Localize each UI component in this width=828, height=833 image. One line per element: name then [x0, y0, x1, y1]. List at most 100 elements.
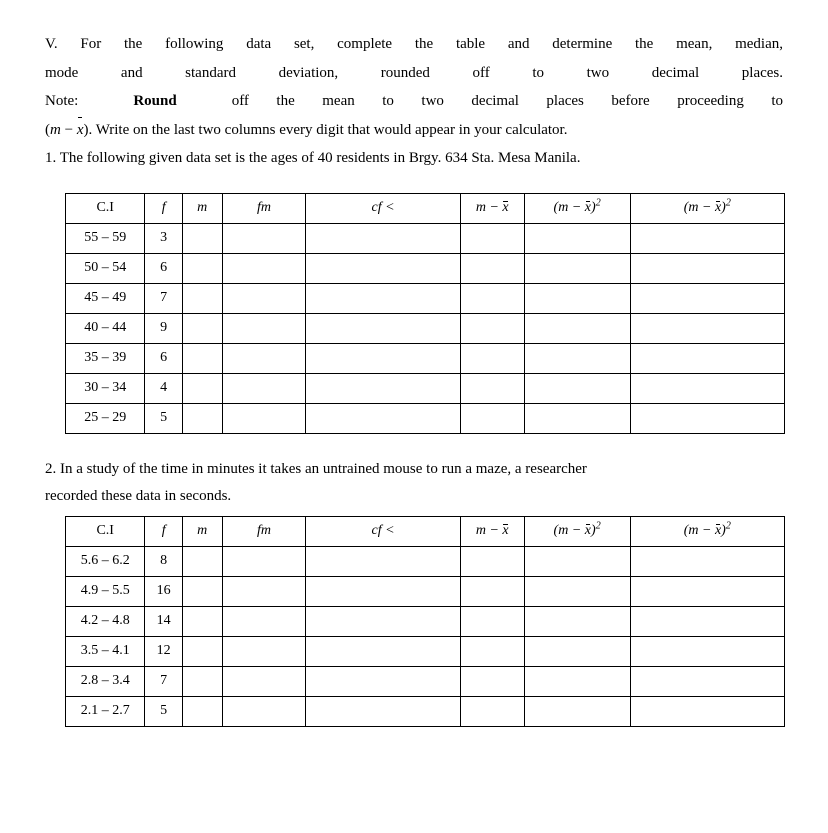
cell-mmx2 — [524, 696, 630, 726]
cell-ci: 55 – 59 — [66, 223, 145, 253]
cell-cf — [306, 343, 460, 373]
cell-f: 6 — [145, 253, 182, 283]
cell-cf — [306, 606, 460, 636]
cell-fm — [222, 253, 306, 283]
cell-f: 8 — [145, 546, 182, 576]
cell-cf — [306, 283, 460, 313]
cell-f: 4 — [145, 373, 182, 403]
cell-mmx — [460, 606, 524, 636]
cell-cf — [306, 696, 460, 726]
table-1: C.I f m fm cf < m − x (m − x)2 (m − x)2 … — [65, 193, 785, 434]
cell-m — [182, 253, 222, 283]
cell-mmx — [460, 343, 524, 373]
table-row: 25 – 295 — [66, 403, 785, 433]
cell-m — [182, 546, 222, 576]
cell-ci: 40 – 44 — [66, 313, 145, 343]
table-row: 35 – 396 — [66, 343, 785, 373]
cell-cf — [306, 403, 460, 433]
cell-mmx2b — [630, 253, 784, 283]
section2-line1: 2. In a study of the time in minutes it … — [45, 456, 783, 483]
note-bold: Round — [133, 93, 176, 109]
header-mmx2b: (m − x)2 — [630, 516, 784, 546]
cell-fm — [222, 313, 306, 343]
instruction-line-1: V. For the following data set, complete … — [45, 30, 783, 59]
note-rest: off the mean to two decimal places befor… — [177, 93, 783, 109]
instructions: V. For the following data set, complete … — [45, 30, 783, 173]
table-row: 40 – 449 — [66, 313, 785, 343]
cell-f: 5 — [145, 403, 182, 433]
header-fm: fm — [222, 516, 306, 546]
table-row: 3.5 – 4.112 — [66, 636, 785, 666]
cell-ci: 2.8 – 3.4 — [66, 666, 145, 696]
cell-fm — [222, 636, 306, 666]
cell-mmx2b — [630, 283, 784, 313]
cell-mmx — [460, 223, 524, 253]
header-m: m — [182, 516, 222, 546]
cell-mmx2b — [630, 403, 784, 433]
cell-mmx2b — [630, 313, 784, 343]
note-label: Note: — [45, 93, 133, 109]
cell-mmx2 — [524, 343, 630, 373]
cell-m — [182, 666, 222, 696]
cell-m — [182, 313, 222, 343]
table-row: 30 – 344 — [66, 373, 785, 403]
section2-line2: recorded these data in seconds. — [45, 483, 783, 510]
table-row: 2.8 – 3.47 — [66, 666, 785, 696]
cell-f: 5 — [145, 696, 182, 726]
cell-mmx — [460, 403, 524, 433]
header-mmx2b: (m − x)2 — [630, 193, 784, 223]
cell-mmx2b — [630, 696, 784, 726]
header-ci: C.I — [66, 516, 145, 546]
cell-fm — [222, 373, 306, 403]
cell-mmx2 — [524, 606, 630, 636]
cell-fm — [222, 576, 306, 606]
cell-mmx2b — [630, 546, 784, 576]
cell-mmx2 — [524, 403, 630, 433]
cell-f: 14 — [145, 606, 182, 636]
cell-mmx2b — [630, 606, 784, 636]
cell-f: 12 — [145, 636, 182, 666]
section-2: 2. In a study of the time in minutes it … — [45, 456, 783, 510]
cell-cf — [306, 576, 460, 606]
cell-mmx — [460, 313, 524, 343]
cell-fm — [222, 223, 306, 253]
header-mmx: m − x — [460, 516, 524, 546]
cell-mmx — [460, 253, 524, 283]
cell-mmx2 — [524, 283, 630, 313]
cell-cf — [306, 666, 460, 696]
cell-mmx — [460, 546, 524, 576]
cell-m — [182, 696, 222, 726]
cell-m — [182, 403, 222, 433]
table-row: 5.6 – 6.28 — [66, 546, 785, 576]
table-header-row: C.I f m fm cf < m − x (m − x)2 (m − x)2 — [66, 193, 785, 223]
header-mmx2: (m − x)2 — [524, 516, 630, 546]
header-m: m — [182, 193, 222, 223]
cell-mmx2 — [524, 313, 630, 343]
table-row: 4.9 – 5.516 — [66, 576, 785, 606]
table-2: C.I f m fm cf < m − x (m − x)2 (m − x)2 … — [65, 516, 785, 727]
cell-mmx2b — [630, 223, 784, 253]
cell-mmx — [460, 576, 524, 606]
header-cf: cf < — [306, 516, 460, 546]
header-f: f — [145, 516, 182, 546]
cell-m — [182, 283, 222, 313]
table-row: 4.2 – 4.814 — [66, 606, 785, 636]
cell-mmx2b — [630, 636, 784, 666]
cell-ci: 3.5 – 4.1 — [66, 636, 145, 666]
cell-cf — [306, 223, 460, 253]
cell-m — [182, 576, 222, 606]
cell-ci: 4.9 – 5.5 — [66, 576, 145, 606]
cell-mmx2 — [524, 223, 630, 253]
table-header-row: C.I f m fm cf < m − x (m − x)2 (m − x)2 — [66, 516, 785, 546]
cell-mmx — [460, 696, 524, 726]
cell-mmx — [460, 373, 524, 403]
cell-mmx2 — [524, 636, 630, 666]
header-mmx: m − x — [460, 193, 524, 223]
cell-mmx2 — [524, 576, 630, 606]
cell-f: 16 — [145, 576, 182, 606]
cell-f: 9 — [145, 313, 182, 343]
cell-cf — [306, 546, 460, 576]
table-row: 2.1 – 2.75 — [66, 696, 785, 726]
cell-ci: 4.2 – 4.8 — [66, 606, 145, 636]
cell-fm — [222, 666, 306, 696]
